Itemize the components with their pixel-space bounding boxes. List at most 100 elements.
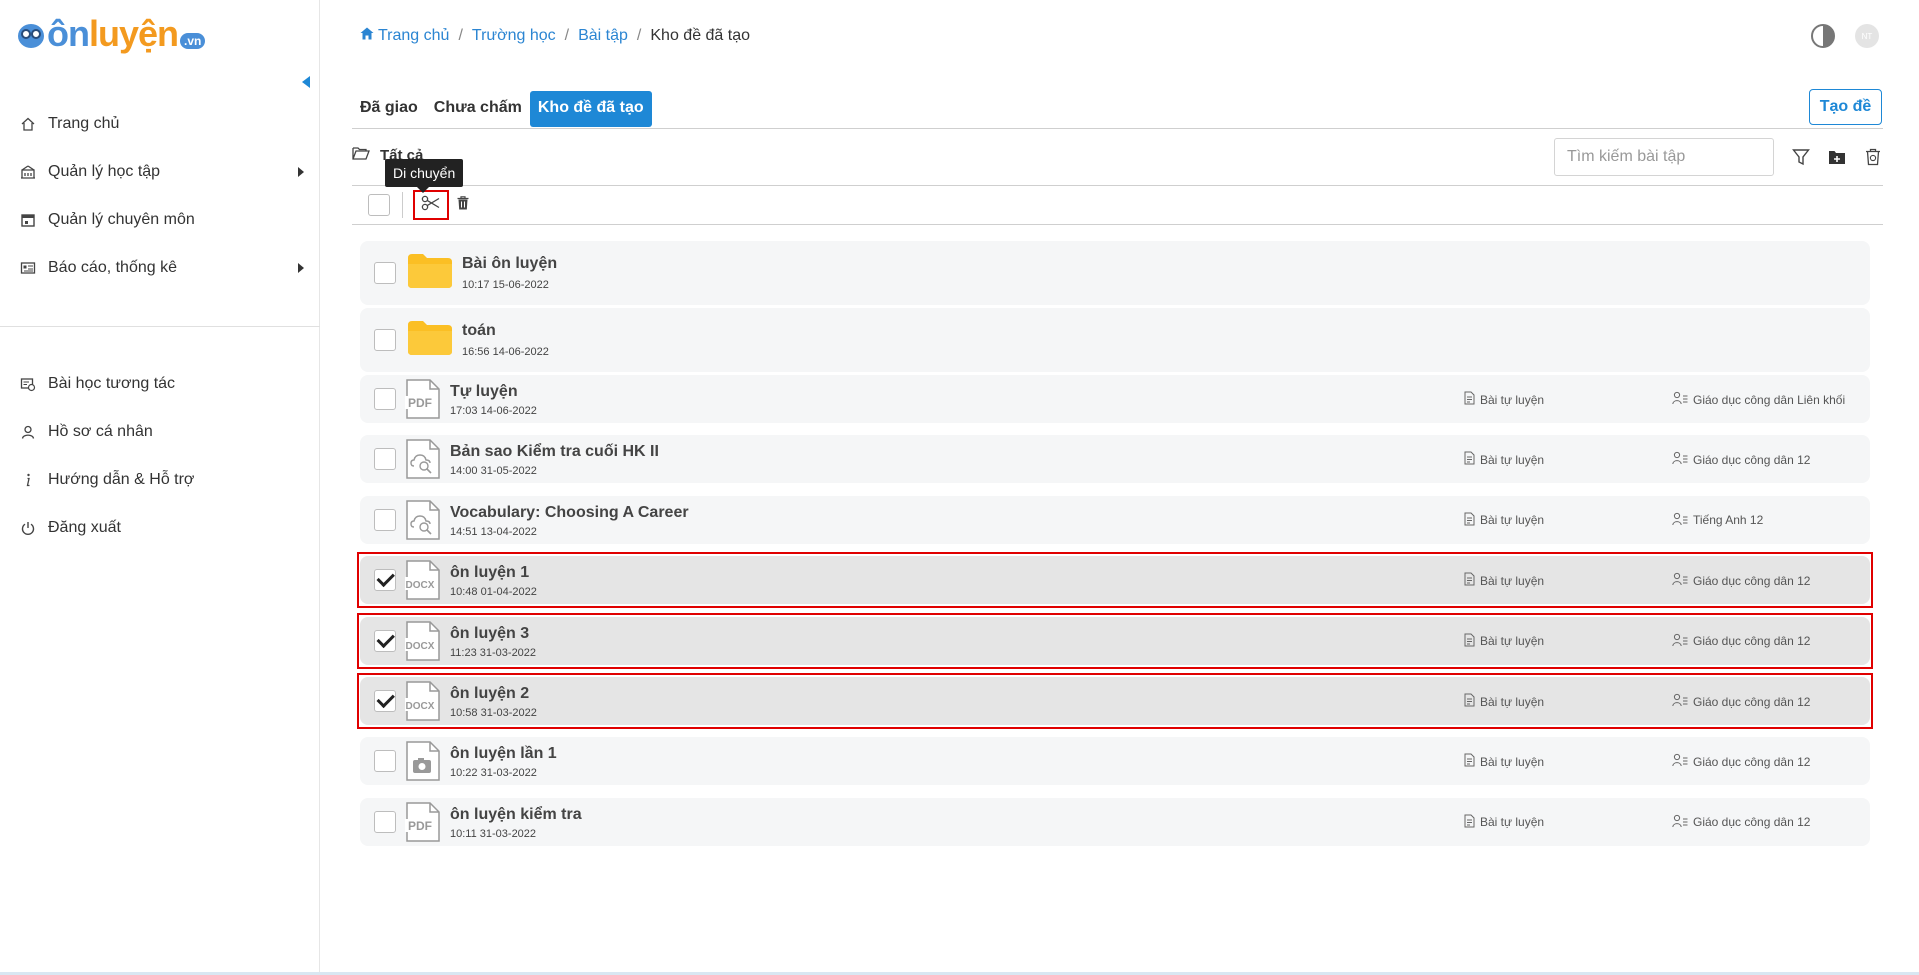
exercise-row[interactable]: DOCX ôn luyện 3 11:23 31-03-2022 Bài tự luy… — [357, 612, 1873, 669]
row-title[interactable]: ôn luyện 3 — [450, 625, 529, 643]
collapse-sidebar-icon[interactable] — [302, 76, 310, 88]
secondary-nav: Bài học tương tác Hồ sơ cá nhân Hướng dẫ… — [0, 360, 320, 552]
tab-bar: Đã giao Chưa chấm Kho đề đã tạo — [352, 91, 652, 127]
row-checkbox[interactable] — [374, 569, 396, 592]
delete-button[interactable] — [453, 195, 473, 215]
docx-file-icon: DOCX — [405, 620, 441, 661]
school-icon — [20, 164, 36, 180]
row-timestamp: 10:22 31-03-2022 — [450, 767, 537, 780]
row-checkbox[interactable] — [374, 262, 396, 284]
exercise-row[interactable]: Vocabulary: Choosing A Career 14:51 13-04… — [360, 495, 1870, 544]
row-title[interactable]: Vocabulary: Choosing A Career — [450, 504, 689, 522]
filter-icon[interactable] — [1790, 146, 1812, 168]
breadcrumb-home-link[interactable]: Trang chủ — [378, 27, 449, 45]
row-title[interactable]: ôn luyện 1 — [450, 564, 529, 582]
exercise-row[interactable]: PDF Tự luyện 17:03 14-06-2022 Bài tự luyện G… — [360, 375, 1870, 423]
row-title[interactable]: ôn luyện lần 1 — [450, 745, 557, 763]
document-icon — [1464, 572, 1475, 589]
sidebar-item-label: Hồ sơ cá nhân — [48, 423, 153, 440]
sidebar-item-professional-management[interactable]: Quản lý chuyên môn — [0, 196, 320, 244]
exercise-row[interactable]: PDF ôn luyện kiểm tra 10:11 31-03-2022 Bài … — [360, 797, 1870, 846]
row-checkbox[interactable] — [374, 750, 396, 773]
row-exercise-type: Bài tự luyện — [1464, 572, 1544, 589]
user-list-icon — [1672, 391, 1688, 408]
subject-label: Giáo dục công dân 12 — [1693, 694, 1811, 709]
exercise-type-label: Bài tự luyện — [1480, 634, 1545, 649]
breadcrumb-separator: / — [636, 27, 642, 44]
svg-text:PDF: PDF — [408, 396, 432, 410]
tab-created-bank[interactable]: Kho đề đã tạo — [529, 91, 652, 127]
folder-row[interactable]: Bài ôn luyện 10:17 15-06-2022 — [360, 241, 1870, 305]
user-list-icon — [1672, 693, 1688, 710]
row-subject: Tiếng Anh 12 — [1672, 512, 1763, 529]
brand-suffix: .vn — [180, 33, 206, 49]
row-title[interactable]: Bài ôn luyện — [462, 255, 557, 273]
sidebar-item-profile[interactable]: Hồ sơ cá nhân — [0, 408, 320, 456]
user-icon — [20, 424, 36, 440]
sidebar-item-label: Báo cáo, thống kê — [48, 259, 177, 276]
row-exercise-type: Bài tự luyện — [1464, 391, 1544, 408]
create-exercise-button[interactable]: Tạo đề — [1809, 89, 1882, 125]
search-input[interactable] — [1554, 138, 1774, 176]
header-actions: NT — [1811, 24, 1879, 48]
row-checkbox[interactable] — [374, 508, 396, 531]
breadcrumb-school-link[interactable]: Trường học — [472, 27, 556, 45]
row-timestamp: 10:11 31-03-2022 — [450, 827, 537, 840]
row-exercise-type: Bài tự luyện — [1464, 512, 1544, 529]
image-file-icon — [405, 741, 441, 782]
row-checkbox[interactable] — [374, 629, 396, 652]
sidebar-item-label: Bài học tương tác — [48, 375, 176, 392]
sidebar-item-label: Quản lý học tập — [48, 163, 161, 180]
theme-contrast-icon[interactable] — [1811, 24, 1835, 48]
exercise-type-label: Bài tự luyện — [1480, 815, 1545, 830]
exercise-type-label: Bài tự luyện — [1480, 754, 1545, 769]
folder-row[interactable]: toán 16:56 14-06-2022 — [360, 308, 1870, 372]
exercise-row[interactable]: DOCX ôn luyện 1 10:48 01-04-2022 Bài tự luy… — [357, 552, 1873, 609]
row-title[interactable]: ôn luyện 2 — [450, 685, 529, 703]
row-checkbox[interactable] — [374, 690, 396, 712]
user-list-icon — [1672, 753, 1688, 770]
row-title[interactable]: ôn luyện kiểm tra — [450, 806, 582, 824]
subject-label: Giáo dục công dân 12 — [1693, 573, 1811, 588]
row-title[interactable]: Tự luyện — [450, 383, 518, 401]
submenu-caret-icon — [298, 263, 304, 273]
sidebar-item-study-management[interactable]: Quản lý học tập — [0, 148, 320, 196]
sidebar-item-logout[interactable]: Đăng xuất — [0, 504, 320, 552]
select-all-checkbox[interactable] — [368, 194, 390, 216]
sidebar-item-label: Hướng dẫn & Hỗ trợ — [48, 471, 195, 488]
recycle-bin-icon[interactable] — [1862, 146, 1884, 168]
move-button[interactable] — [413, 190, 449, 220]
user-list-icon — [1672, 572, 1688, 589]
exercise-row[interactable]: Bản sao Kiểm tra cuối HK II 14:00 31-05-2… — [360, 435, 1870, 484]
avatar[interactable]: NT — [1855, 24, 1879, 48]
row-title[interactable]: Bản sao Kiểm tra cuối HK II — [450, 443, 659, 461]
sidebar: ônluyện .vn Trang chủ Quản lý học tập Qu… — [0, 0, 320, 975]
list-tools — [1790, 146, 1884, 168]
info-icon — [20, 472, 36, 488]
onluyen-logo[interactable]: ônluyện .vn — [16, 14, 206, 54]
document-icon — [1464, 693, 1475, 710]
row-title[interactable]: toán — [462, 322, 496, 340]
subject-label: Giáo dục công dân 12 — [1693, 452, 1811, 467]
new-folder-icon[interactable] — [1826, 146, 1848, 168]
breadcrumb-exercise-link[interactable]: Bài tập — [578, 27, 628, 45]
subject-label: Giáo dục công dân 12 — [1693, 634, 1811, 649]
sidebar-item-home[interactable]: Trang chủ — [0, 100, 320, 148]
tab-assigned[interactable]: Đã giao — [352, 91, 426, 127]
breadcrumb-separator: / — [564, 27, 570, 44]
tab-ungraded[interactable]: Chưa chấm — [426, 91, 530, 127]
exercise-row[interactable]: ôn luyện lần 1 10:22 31-03-2022 Bài tự luy… — [360, 737, 1870, 786]
sidebar-item-reports[interactable]: Báo cáo, thống kê — [0, 244, 320, 292]
row-checkbox[interactable] — [374, 448, 396, 471]
row-checkbox[interactable] — [374, 810, 396, 833]
sidebar-item-help[interactable]: Hướng dẫn & Hỗ trợ — [0, 456, 320, 504]
row-timestamp: 10:17 15-06-2022 — [462, 279, 549, 291]
row-checkbox[interactable] — [374, 388, 396, 410]
pdf-file-icon: PDF — [405, 802, 441, 842]
sidebar-item-interactive-lessons[interactable]: Bài học tương tác — [0, 360, 320, 408]
exercise-row[interactable]: DOCX ôn luyện 2 10:58 31-03-2022 Bài tự luy… — [357, 673, 1873, 729]
svg-text:DOCX: DOCX — [406, 641, 435, 652]
exercise-type-label: Bài tự luyện — [1480, 573, 1545, 588]
row-checkbox[interactable] — [374, 329, 396, 351]
row-subject: Giáo dục công dân 12 — [1672, 814, 1810, 831]
